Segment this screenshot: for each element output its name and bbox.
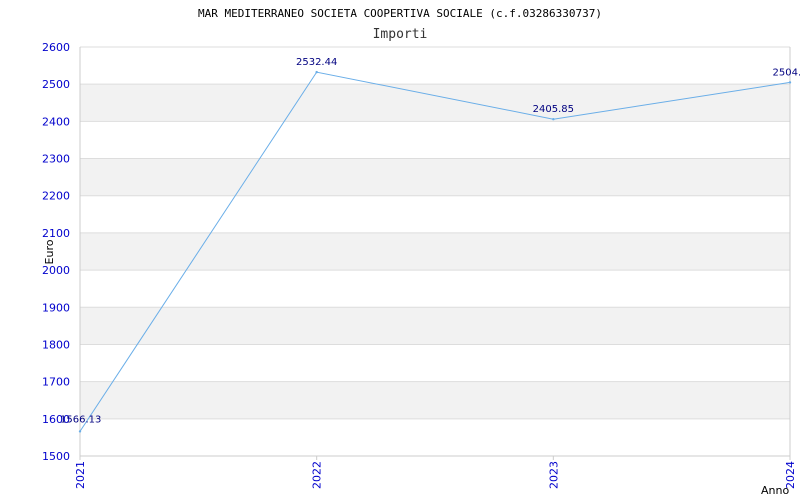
grid-band [80, 84, 790, 122]
y-tick-label: 2000 [42, 264, 70, 277]
y-tick-label: 2100 [42, 227, 70, 240]
grid-band [80, 307, 790, 345]
chart-title: MAR MEDITERRANEO SOCIETA COOPERTIVA SOCI… [198, 7, 602, 20]
x-tick-label: 2023 [547, 461, 560, 489]
y-tick-label: 2500 [42, 78, 70, 91]
data-label: 2405.85 [533, 104, 574, 115]
grid-band [80, 158, 790, 196]
y-tick-label: 1800 [42, 338, 70, 351]
y-tick-label: 2300 [42, 153, 70, 166]
y-tick-label: 2400 [42, 115, 70, 128]
x-tick-label: 2024 [784, 461, 797, 489]
line-chart: MAR MEDITERRANEO SOCIETA COOPERTIVA SOCI… [42, 7, 800, 497]
data-label: 2504.8 [773, 67, 800, 78]
x-tick-label: 2022 [311, 461, 324, 489]
data-point [315, 70, 318, 74]
x-tick-label: 2021 [74, 461, 87, 489]
data-point [552, 117, 555, 121]
y-tick-label: 1500 [42, 450, 70, 463]
grid-band [80, 381, 790, 419]
plot-background-bands [80, 84, 790, 419]
chart-subtitle: Importi [373, 27, 428, 42]
x-tick-labels: 2021 2022 2023 2024 [74, 461, 797, 489]
y-tick-label: 2600 [42, 41, 70, 54]
y-axis-label: Euro [43, 239, 56, 264]
grid-band [80, 232, 790, 271]
y-tick-label: 1700 [42, 376, 70, 389]
data-label: 1566.13 [60, 414, 101, 425]
y-tick-label: 1900 [42, 301, 70, 314]
data-point [788, 81, 792, 84]
data-label: 2532.44 [296, 57, 337, 68]
y-tick-label: 2200 [42, 190, 70, 203]
data-point [78, 430, 82, 433]
